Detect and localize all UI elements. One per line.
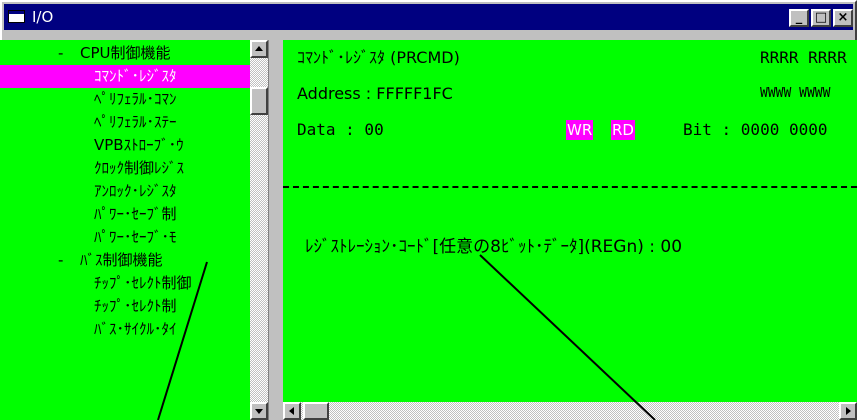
access-header: RRRR RRRR (760, 48, 847, 67)
tree-item-label: ﾍﾟﾘﾌｪﾗﾙ･ｺﾏﾝ (94, 90, 177, 108)
tree-item[interactable]: ｱﾝﾛｯｸ･ﾚｼﾞｽﾀ (0, 180, 250, 203)
tree-collapse-bullet[interactable]: - (58, 249, 63, 272)
tree-item-label: ｸﾛｯｸ制御ﾚｼﾞｽ (94, 159, 185, 177)
tree-item[interactable]: ｺﾏﾝﾄﾞ･ﾚｼﾞｽﾀ (0, 65, 250, 88)
bit-label: Bit : 0000 0000 (683, 120, 828, 139)
tree-item[interactable]: ﾍﾟﾘﾌｪﾗﾙ･ｽﾃｰ (0, 111, 250, 134)
tree-item-label: ｱﾝﾛｯｸ･ﾚｼﾞｽﾀ (94, 182, 177, 200)
tree-item[interactable]: ﾁｯﾌﾟ･ｾﾚｸﾄ制御 (0, 272, 250, 295)
vertical-scroll-thumb[interactable] (250, 87, 268, 115)
scroll-up-button[interactable] (250, 40, 268, 58)
close-button[interactable]: × (833, 9, 853, 27)
horizontal-scroll-thumb[interactable] (303, 402, 329, 420)
window-title: I/O (32, 8, 54, 26)
tree-item[interactable]: VPBｽﾄﾛｰﾌﾞ･ｳ (0, 134, 250, 157)
tree-vertical-scrollbar[interactable] (250, 40, 268, 420)
rd-badge: RD (611, 120, 635, 140)
scroll-down-button[interactable] (250, 402, 268, 420)
tree-item[interactable]: ﾁｯﾌﾟ･ｾﾚｸﾄ制 (0, 295, 250, 318)
data-label: Data : 00 (297, 120, 384, 139)
tree-item[interactable]: ﾊﾟﾜｰ･ｾｰﾌﾞ･ﾓ (0, 226, 250, 249)
address-label: Address : FFFFF1FC (297, 84, 453, 103)
tree-item[interactable]: ﾊﾟﾜｰ･ｾｰﾌﾞ制 (0, 203, 250, 226)
register-name: ｺﾏﾝﾄﾞ･ﾚｼﾞｽﾀ (PRCMD) (297, 48, 460, 67)
minimize-button[interactable]: _ (789, 9, 809, 27)
tree-item-label: ﾊﾟﾜｰ･ｾｰﾌﾞ制 (94, 205, 177, 223)
tree-item[interactable]: - ﾊﾞｽ制御機能 (0, 249, 250, 272)
wr-badge: WR (566, 120, 594, 140)
tree-item-label: ﾁｯﾌﾟ･ｾﾚｸﾄ制御 (94, 274, 192, 292)
write-header: WWWW WWWW (760, 86, 831, 101)
tree-item-label: ﾊﾞｽ制御機能 (80, 251, 163, 269)
tree-item-label: ﾊﾟﾜｰ･ｾｰﾌﾞ･ﾓ (94, 228, 177, 246)
maximize-button[interactable]: □ (811, 9, 831, 27)
pane-splitter[interactable] (268, 40, 283, 420)
tree-item-label: CPU制御機能 (80, 44, 171, 62)
scroll-right-button[interactable] (839, 402, 857, 420)
title-bar[interactable]: I/O _ □ × (4, 4, 853, 30)
tree-item[interactable]: ｸﾛｯｸ制御ﾚｼﾞｽ (0, 157, 250, 180)
tree-item[interactable]: ﾊﾞｽ･ｻｲｸﾙ･ﾀｲ (0, 318, 250, 341)
arrow-left-icon (289, 407, 294, 415)
tree-item-label: ﾍﾟﾘﾌｪﾗﾙ･ｽﾃｰ (94, 113, 177, 131)
arrow-down-icon (255, 409, 263, 414)
tree-item-label: VPBｽﾄﾛｰﾌﾞ･ｳ (94, 136, 184, 154)
arrow-up-icon (255, 46, 263, 51)
separator-line (283, 186, 857, 188)
tree-collapse-bullet[interactable]: - (58, 42, 63, 65)
window-icon[interactable] (8, 10, 25, 23)
tree-item[interactable]: - CPU制御機能 (0, 42, 250, 65)
scroll-left-button[interactable] (283, 402, 301, 420)
tree-item-label: ﾁｯﾌﾟ･ｾﾚｸﾄ制 (94, 297, 177, 315)
register-tree: - CPU制御機能 ｺﾏﾝﾄﾞ･ﾚｼﾞｽﾀ ﾍﾟﾘﾌｪﾗﾙ･ｺﾏﾝ ﾍﾟﾘﾌｪﾗﾙ･ｽﾃ… (0, 40, 250, 420)
tree-item-label: ﾊﾞｽ･ｻｲｸﾙ･ﾀｲ (94, 320, 177, 338)
arrow-right-icon (846, 407, 851, 415)
field-row-regn[interactable]: ﾚｼﾞｽﾄﾚｰｼｮﾝ･ｺｰﾄﾞ[任意の8ﾋﾞｯﾄ･ﾃﾞｰﾀ](REGn) : 0… (305, 237, 682, 257)
tree-item[interactable]: ﾍﾟﾘﾌｪﾗﾙ･ｺﾏﾝ (0, 88, 250, 111)
tree-item-label: ｺﾏﾝﾄﾞ･ﾚｼﾞｽﾀ (94, 67, 177, 85)
detail-horizontal-scrollbar[interactable] (283, 402, 857, 420)
